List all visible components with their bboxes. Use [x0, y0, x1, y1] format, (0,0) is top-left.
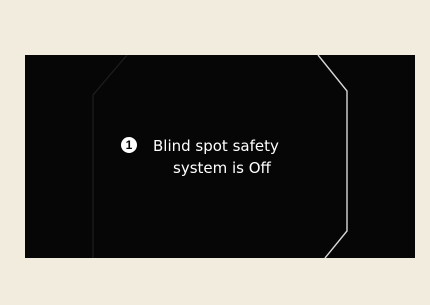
page-background: 1 Blind spot safety system is Off — [0, 0, 430, 305]
warning-number-badge: 1 — [121, 137, 137, 153]
warning-text-line-2: system is Off — [173, 159, 271, 177]
display-outline — [92, 55, 348, 258]
cluster-display: 1 Blind spot safety system is Off — [25, 55, 415, 258]
warning-text-line-1: Blind spot safety — [153, 137, 279, 155]
